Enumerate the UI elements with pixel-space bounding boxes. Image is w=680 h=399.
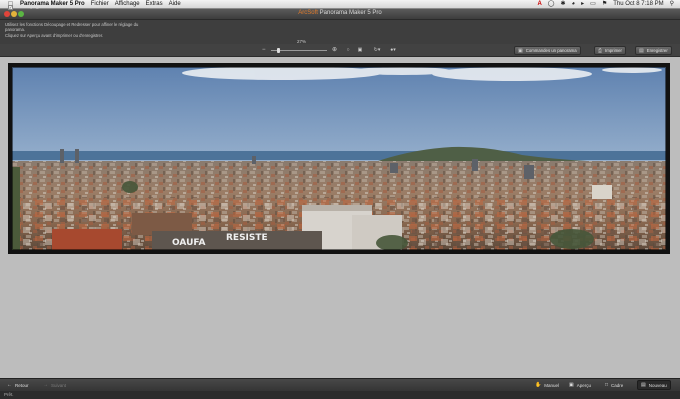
panorama-photo: OAUFA RESISTE [12,67,666,250]
menu-aide[interactable]: Aide [169,0,181,9]
preview-icon: ▣ [569,382,574,388]
bluetooth-icon[interactable]: ✱ [561,0,566,9]
checkmark-icon[interactable]: ✓ [8,4,13,10]
instructions-text: Utilisez les fonctions Découpage et Redr… [5,22,195,38]
sync-icon[interactable]: ◯ [548,0,555,9]
next-label: Suivant [51,382,67,388]
spotlight-icon[interactable]: ⚲ [670,0,674,9]
new-button[interactable]: ▤ Nouveau [637,380,671,390]
print-label: Imprimer [605,48,622,53]
status-text: Prêt. [4,392,14,397]
frames-button[interactable]: □ Cadre [605,381,623,389]
magnifier-minus-icon[interactable]: − [262,46,266,54]
menu-extras[interactable]: Extras [146,0,163,9]
preview-label: Aperçu [576,382,591,388]
window-title: ArcSoft Panorama Maker 5 Pro [0,10,680,16]
volume-icon[interactable]: ▸ [581,0,584,9]
hand-icon: ✋ [535,382,542,388]
menu-bar:  Panorama Maker 5 Pro Fichier Affichage… [0,0,680,9]
window-titlebar: ArcSoft Panorama Maker 5 Pro [0,9,680,20]
window-title-text: Panorama Maker 5 Pro [319,10,382,16]
window-title-brand: ArcSoft [298,10,318,16]
next-button[interactable]: → Suivant [43,381,66,389]
flag-icon[interactable]: ⚑ [602,0,607,9]
wifi-icon[interactable]: ◕ [572,0,576,9]
preview-button[interactable]: ▣ Aperçu [569,381,591,389]
order-panorama-label: Commandes un panorama [525,48,577,53]
menu-tray: A ◯ ✱ ◕ ▸ ▭ ⚑ Thu Oct 8 7:18 PM ⚲ [537,0,680,9]
save-label: Enregistrer [646,48,668,53]
magnifier-plus-icon[interactable]: ⊕ [332,46,337,54]
crop-checkbox-label: Découpage [16,4,42,10]
arrow-left-icon: ← [7,382,12,388]
zoom-slider[interactable] [268,48,330,53]
adjust-icon[interactable]: ●▾ [388,46,398,54]
cart-icon: ▣ [518,47,523,54]
crop-checkbox[interactable]: ✓ Découpage [8,4,42,10]
back-label: Retour [15,382,29,388]
manual-button[interactable]: ✋ Manuel [535,381,559,389]
menu-affichage[interactable]: Affichage [115,0,140,9]
graffiti-right-text: RESISTE [226,233,268,243]
back-button[interactable]: ← Retour [7,381,29,389]
menu-fichier[interactable]: Fichier [91,0,109,9]
zoom-value: 27% [297,39,307,44]
disk-icon: ▤ [639,47,644,54]
frame-icon: □ [605,382,609,388]
instructions-line-3: Cliquez sur Aperçu avant d'imprimer ou d… [5,32,104,38]
manual-label: Manuel [544,382,559,388]
folder-icon: ▤ [641,382,646,388]
order-panorama-button[interactable]: ▣ Commandes un panorama [514,46,581,55]
zoom-slider-thumb[interactable] [277,48,281,53]
graffiti-left-text: OAUFA [172,238,206,248]
new-label: Nouveau [648,382,667,388]
printer-icon: ⎙ [598,47,603,54]
fit-icon[interactable]: ○ [343,46,353,54]
antivirus-icon[interactable]: A [537,0,541,9]
save-button[interactable]: ▤ Enregistrer [635,46,672,55]
menu-clock[interactable]: Thu Oct 8 7:18 PM [613,0,663,9]
print-button[interactable]: ⎙ Imprimer [594,46,626,55]
rotate-icon[interactable]: ↻▾ [372,46,382,54]
panorama-image[interactable]: OAUFA RESISTE [12,67,666,250]
battery-icon[interactable]: ▭ [590,0,596,9]
status-bar [0,391,680,399]
actual-size-icon[interactable]: ▣ [355,46,365,54]
panorama-frame: OAUFA RESISTE [8,63,670,254]
arrow-right-icon: → [43,382,48,388]
frames-label: Cadre [611,382,624,388]
sea [12,151,666,160]
